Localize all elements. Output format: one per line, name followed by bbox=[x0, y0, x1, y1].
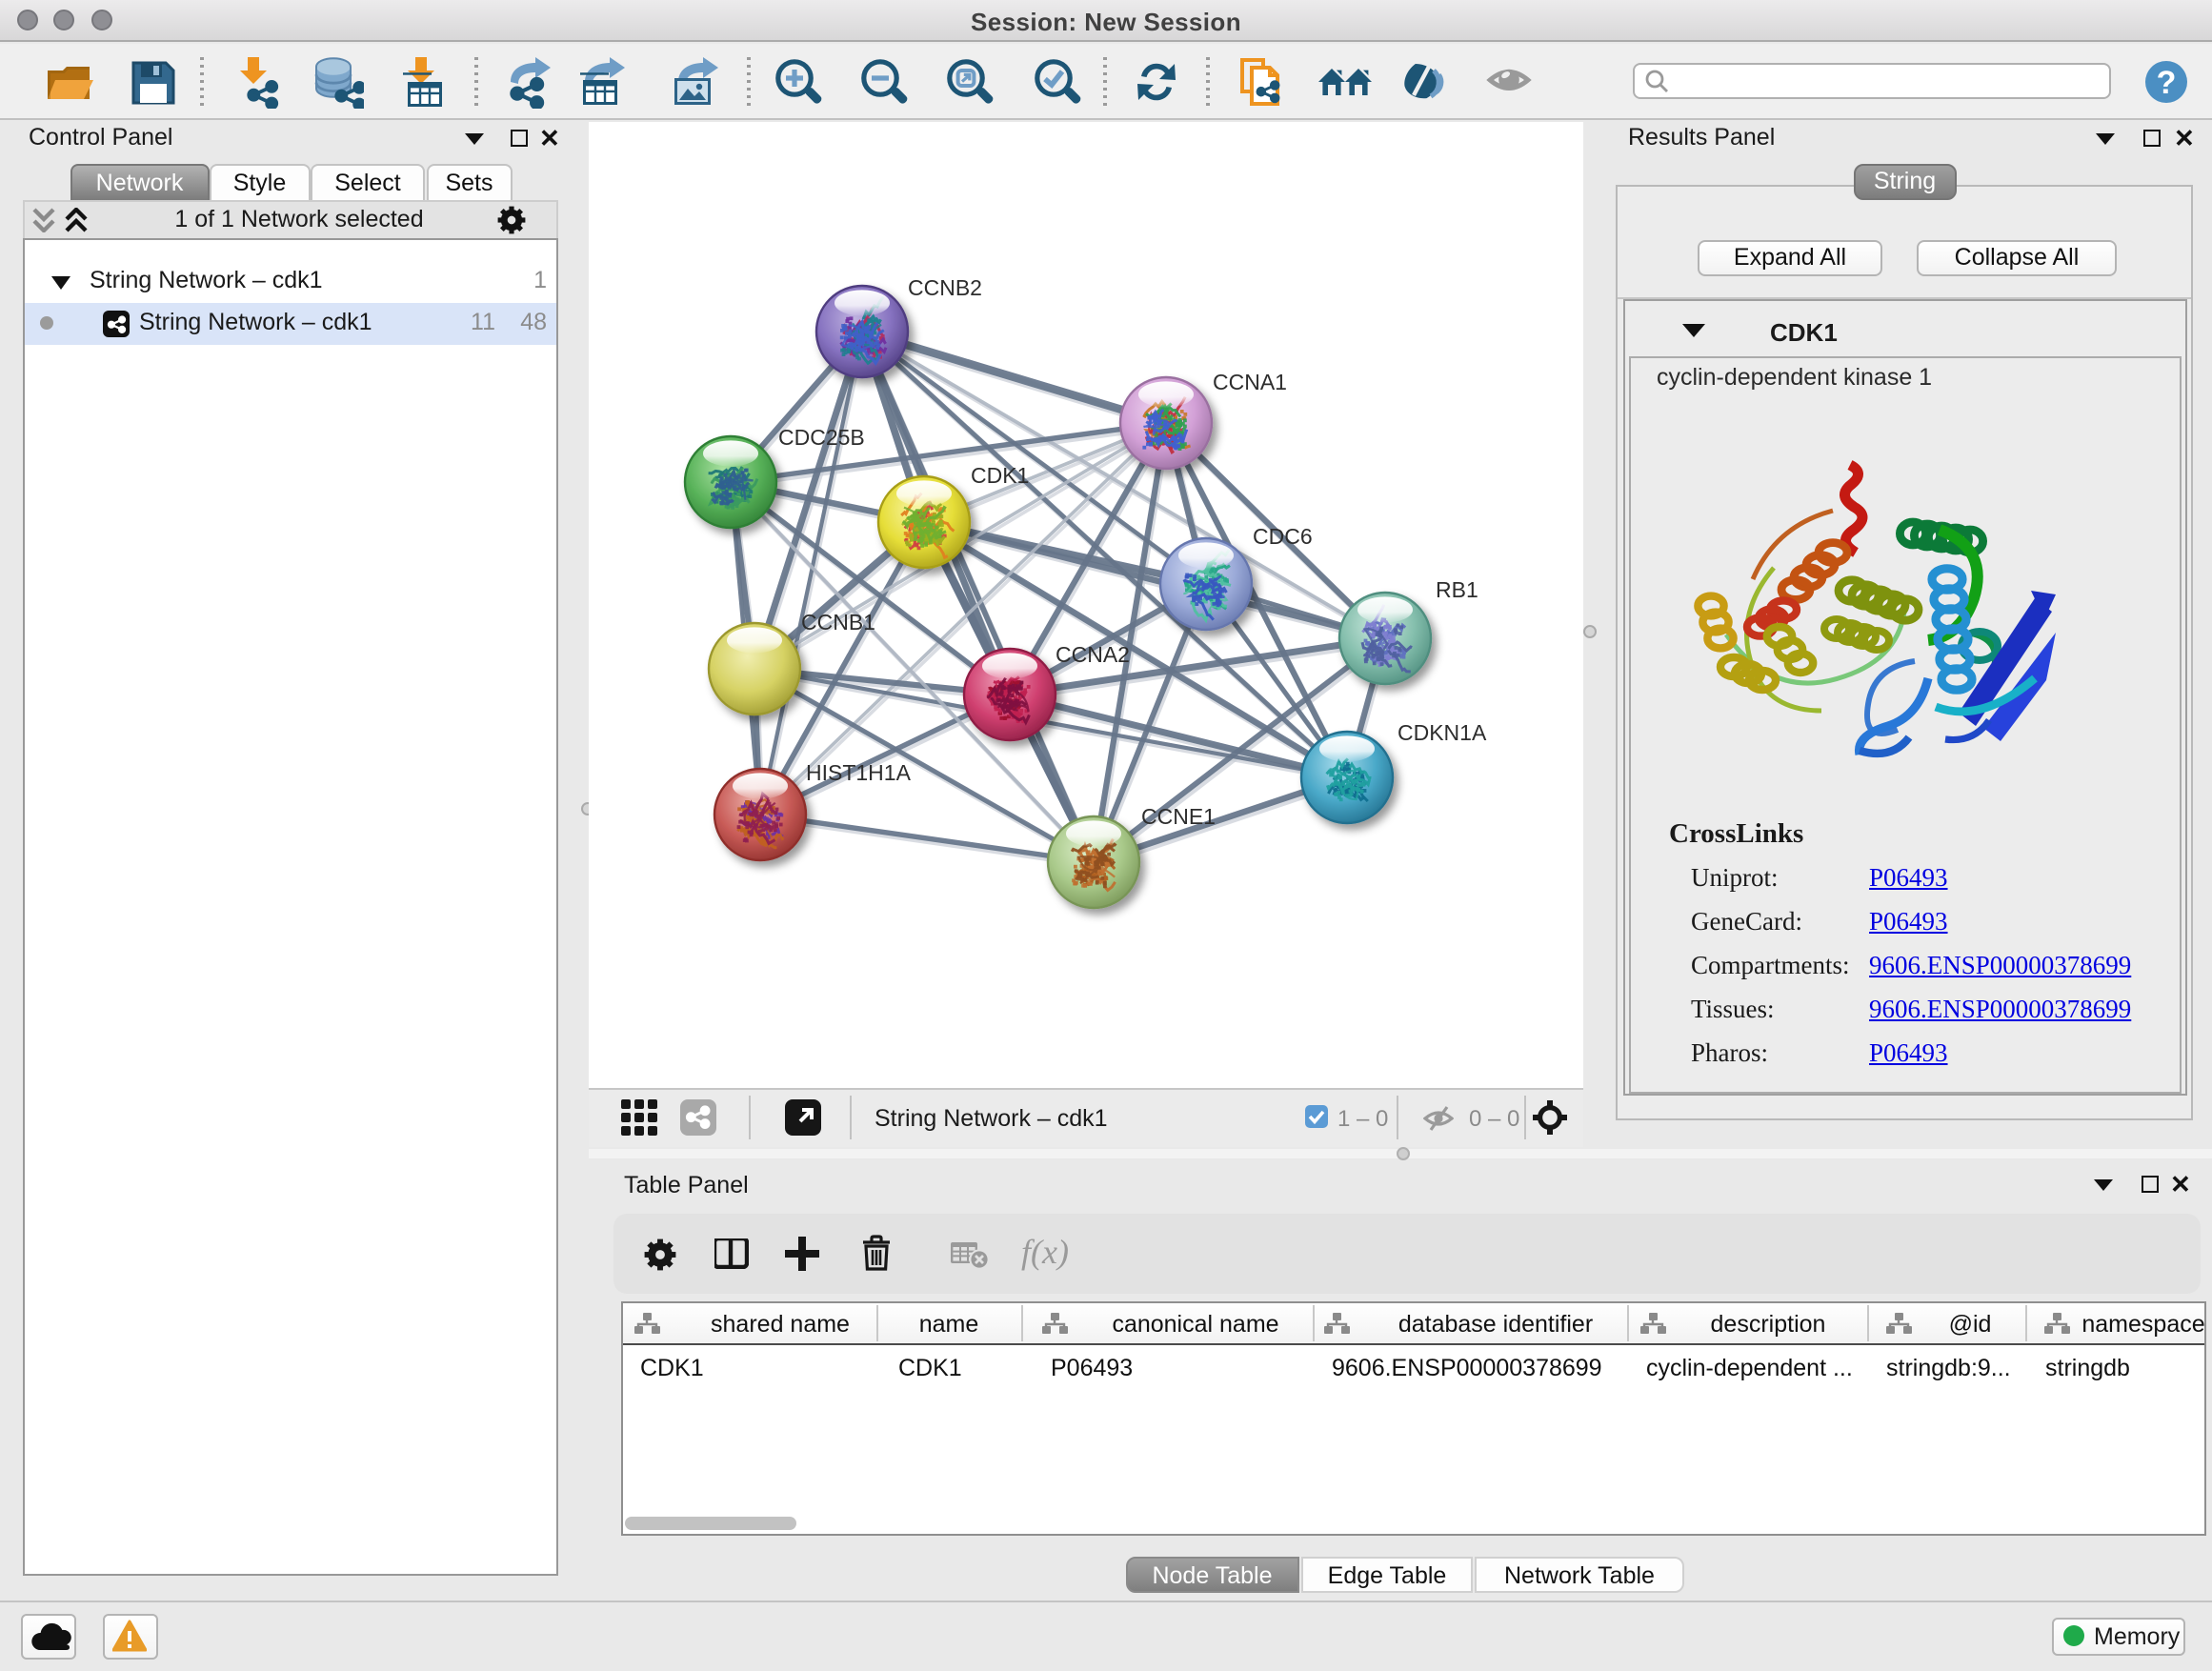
svg-text:CCNA1: CCNA1 bbox=[1212, 369, 1286, 393]
svg-text:CDC6: CDC6 bbox=[1252, 523, 1312, 548]
svg-text:CDK1: CDK1 bbox=[970, 462, 1028, 487]
svg-text:CCNB2: CCNB2 bbox=[907, 274, 981, 299]
svg-text:CCNB1: CCNB1 bbox=[800, 609, 875, 634]
svg-text:CDKN1A: CDKN1A bbox=[1397, 719, 1486, 744]
svg-text:CCNA2: CCNA2 bbox=[1055, 641, 1129, 666]
svg-text:?: ? bbox=[2157, 65, 2177, 101]
svg-text:HIST1H1A: HIST1H1A bbox=[805, 759, 911, 784]
svg-text:RB1: RB1 bbox=[1435, 576, 1478, 601]
svg-text:CCNE1: CCNE1 bbox=[1140, 803, 1215, 828]
svg-text:CDC25B: CDC25B bbox=[777, 424, 864, 449]
